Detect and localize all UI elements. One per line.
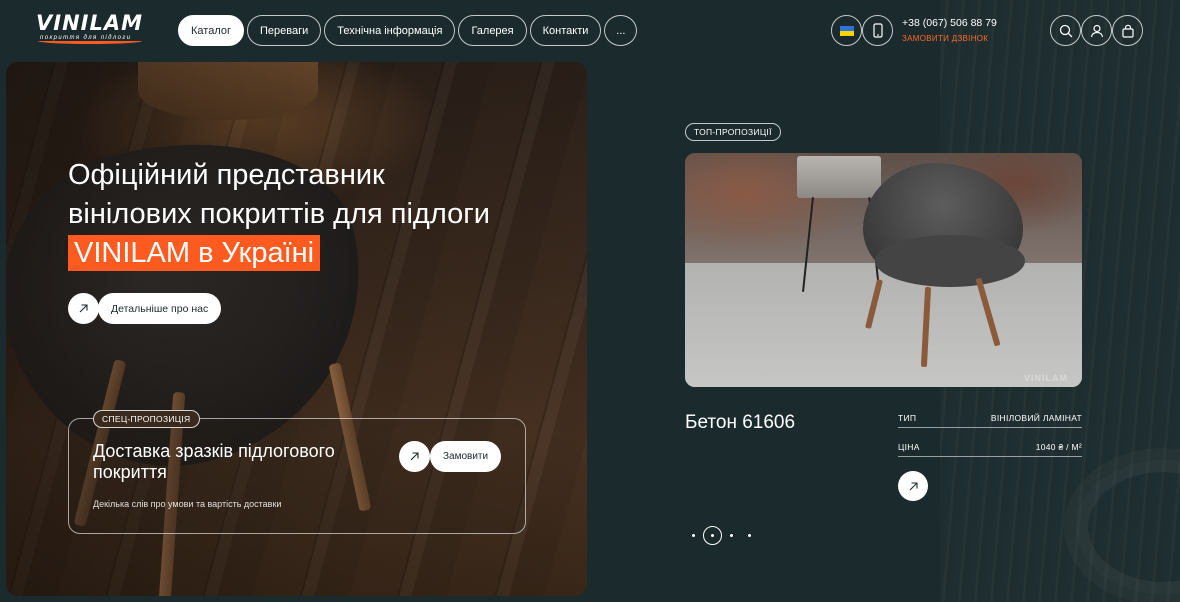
spec-row-type: ТИП ВІНІЛОВИЙ ЛАМІНАТ [898, 408, 1082, 428]
nav-item-tech-info[interactable]: Технічна інформація [324, 15, 456, 46]
offer-title: Доставка зразків підлогового покриття [93, 441, 335, 482]
callback-link[interactable]: ЗАМОВИТИ ДЗВІНОК [902, 34, 997, 43]
side-table-image [797, 156, 881, 198]
slider-dot-active[interactable] [703, 526, 722, 545]
site-header: VINILAM покриття для підлоги Каталог Пер… [0, 0, 1180, 62]
order-button[interactable]: Замовити [430, 441, 502, 472]
spec-label: ЦІНА [898, 441, 920, 452]
ukraine-flag-icon [839, 25, 854, 36]
arrow-up-right-icon [909, 481, 918, 490]
about-us-button[interactable]: Детальніше про нас [98, 293, 222, 324]
top-offers-badge: ТОП-ПРОПОЗИЦІЇ [685, 123, 781, 141]
logo-swoosh-icon [38, 38, 142, 44]
search-icon [1059, 24, 1072, 37]
product-arrow-button[interactable] [898, 471, 928, 501]
cart-button[interactable] [1112, 15, 1143, 46]
nav-item-catalog[interactable]: Каталог [178, 15, 244, 46]
slider-dot[interactable] [692, 534, 695, 537]
product-name[interactable]: Бетон 61606 [685, 412, 795, 434]
spec-value: 1040 ₴ / М² [1035, 441, 1082, 452]
arrow-up-right-icon [410, 452, 419, 461]
language-button[interactable] [831, 15, 862, 46]
hero-title-line2: вінілових покриттів для підлоги [68, 198, 490, 230]
shopping-bag-icon [1121, 24, 1134, 38]
nav-item-contacts[interactable]: Контакти [529, 15, 602, 46]
concrete-floor-image [685, 263, 1082, 387]
main-nav: Каталог Переваги Технічна інформація Гал… [178, 15, 638, 46]
slider-dot[interactable] [748, 534, 751, 537]
armchair-seat-image [875, 235, 1025, 287]
offer-description: Декілька слів про умови та вартість дост… [93, 499, 282, 509]
user-icon [1090, 24, 1103, 37]
account-button[interactable] [1081, 15, 1112, 46]
spec-label: ТИП [898, 412, 917, 423]
order-arrow-button[interactable] [399, 441, 430, 472]
nav-more-button[interactable]: ... [604, 15, 638, 46]
arrow-up-right-icon [79, 304, 88, 313]
mobile-phone-icon [872, 23, 883, 38]
hero-banner: Офіційний представник вінілових покритті… [6, 62, 587, 596]
vinilam-logo[interactable]: VINILAM покриття для підлоги [36, 12, 144, 46]
search-button[interactable] [1050, 15, 1081, 46]
product-image[interactable]: VINILAM [685, 153, 1082, 387]
nav-item-gallery[interactable]: Галерея [458, 15, 527, 46]
spec-row-price: ЦІНА 1040 ₴ / М² [898, 437, 1082, 457]
slider-dot[interactable] [730, 534, 733, 537]
phone-block: +38 (067) 506 88 79 ЗАМОВИТИ ДЗВІНОК [902, 17, 997, 43]
product-watermark: VINILAM [1024, 373, 1068, 383]
hero-title-line1: Офіційний представник [68, 159, 385, 191]
about-arrow-button[interactable] [68, 293, 99, 324]
hero-title: Офіційний представник вінілових покритті… [68, 156, 568, 273]
special-offer-card: СПЕЦ-ПРОПОЗИЦІЯ Доставка зразків підлого… [68, 410, 526, 534]
hero-title-highlight: VINILAM в Україні [68, 235, 321, 271]
mobile-button[interactable] [862, 15, 893, 46]
special-offer-badge: СПЕЦ-ПРОПОЗИЦІЯ [93, 410, 200, 428]
logo-text: VINILAM [36, 11, 143, 35]
spec-value: ВІНІЛОВИЙ ЛАМІНАТ [990, 412, 1082, 423]
phone-number[interactable]: +38 (067) 506 88 79 [902, 17, 997, 29]
nav-item-advantages[interactable]: Переваги [247, 15, 322, 46]
